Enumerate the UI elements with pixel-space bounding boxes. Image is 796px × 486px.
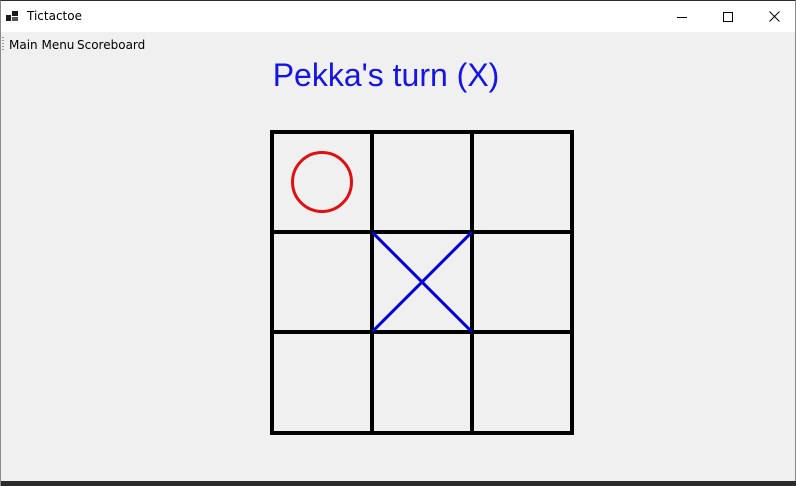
minimize-button[interactable] [659, 1, 705, 32]
cell-1-1[interactable] [372, 232, 472, 332]
close-button[interactable] [751, 1, 796, 32]
minimize-icon [677, 16, 687, 18]
cell-0-1[interactable] [372, 132, 472, 232]
cell-0-2[interactable] [472, 132, 572, 232]
cell-2-0[interactable] [272, 332, 372, 432]
cell-1-0[interactable] [272, 232, 372, 332]
o-mark [291, 151, 353, 213]
turn-status: Pekka's turn (X) [272, 57, 500, 93]
cell-2-2[interactable] [472, 332, 572, 432]
x-mark [372, 232, 472, 332]
game-board [270, 130, 574, 435]
menu-item-main-menu[interactable]: Main Menu [9, 38, 74, 52]
window-bottom-edge [1, 481, 796, 486]
close-icon [768, 11, 780, 22]
window-title: Tictactoe [27, 9, 82, 23]
menu-bar: Main Menu Scoreboard [1, 32, 795, 54]
app-grid-icon [6, 11, 18, 21]
maximize-icon [723, 11, 733, 22]
cell-2-1[interactable] [372, 332, 472, 432]
menu-grip-icon[interactable] [2, 37, 4, 50]
cell-0-0[interactable] [272, 132, 372, 232]
menu-item-scoreboard[interactable]: Scoreboard [77, 38, 145, 52]
app-window: Tictactoe Main Menu Scoreboard Pekka's t… [0, 0, 796, 486]
cell-1-2[interactable] [472, 232, 572, 332]
maximize-button[interactable] [705, 1, 751, 32]
title-bar[interactable]: Tictactoe [1, 1, 795, 32]
